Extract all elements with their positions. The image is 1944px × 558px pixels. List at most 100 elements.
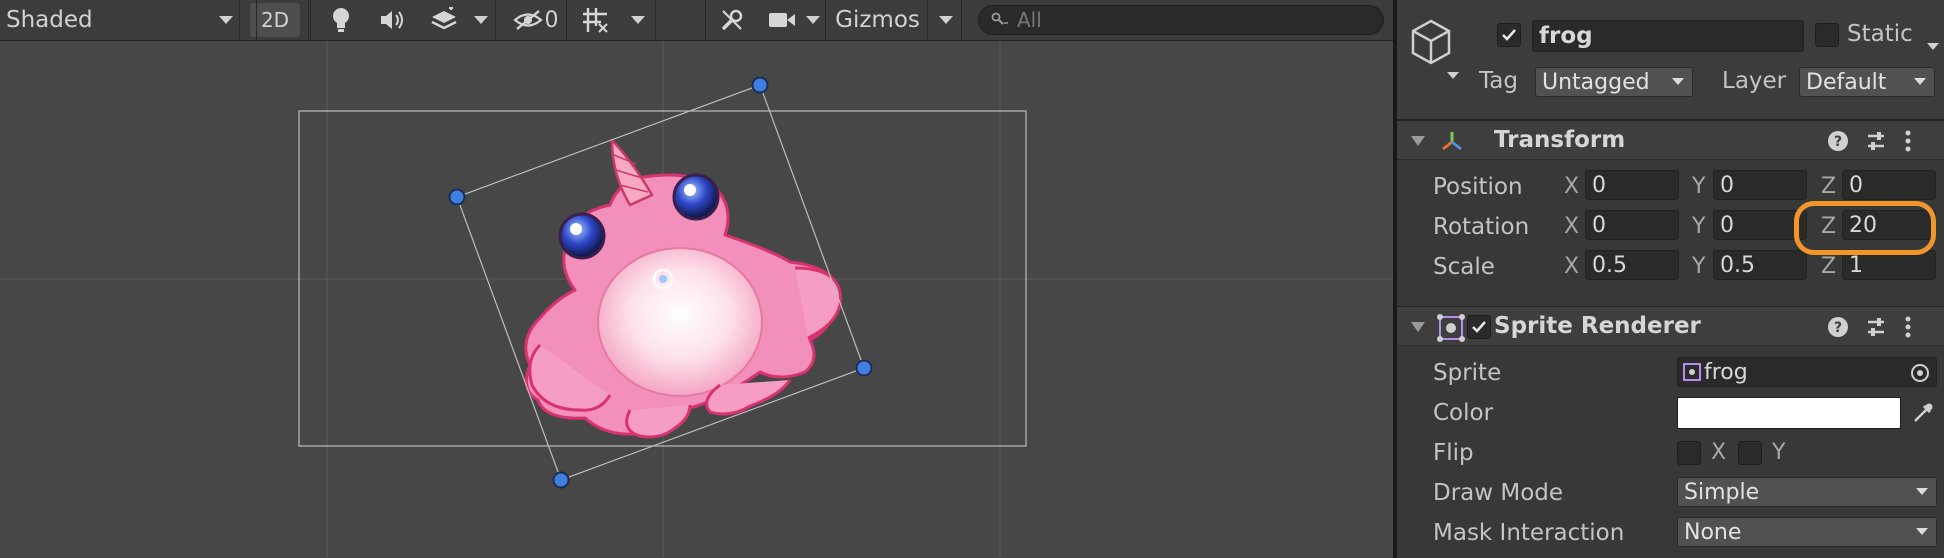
rect-handle-left[interactable]	[448, 188, 466, 206]
transform-icon	[1442, 132, 1462, 151]
grid-toggle[interactable]	[575, 0, 615, 40]
scene-view[interactable]: Shaded 2D 0 Gizmos All	[0, 0, 1393, 558]
axis-z-label[interactable]: Z	[1821, 174, 1836, 199]
rect-handle-top[interactable]	[751, 76, 769, 94]
position-y-field[interactable]: 0	[1713, 170, 1807, 200]
rotation-label: Rotation	[1433, 214, 1530, 240]
axis-y-label[interactable]: Y	[1692, 174, 1705, 199]
help-icon[interactable]: ?	[1827, 130, 1849, 152]
rotation-y-field[interactable]: 0	[1713, 210, 1807, 240]
scene-search[interactable]	[978, 5, 1384, 35]
presets-icon[interactable]	[1865, 316, 1887, 338]
scene-toolbar: Shaded 2D 0 Gizmos All	[0, 0, 1393, 41]
inspector-panel: frog Static Tag Untagged Layer Default T…	[1397, 0, 1944, 558]
rect-handle-bottom[interactable]	[552, 471, 570, 489]
draw-mode-value: Simple	[1684, 479, 1760, 505]
chevron-down-icon	[630, 15, 645, 25]
flip-x-checkbox[interactable]	[1677, 441, 1701, 465]
gizmos-button[interactable]: Gizmos	[828, 0, 928, 40]
sprite-object-field[interactable]: frog	[1677, 357, 1937, 387]
transform-title: Transform	[1494, 127, 1626, 153]
eyedropper-icon[interactable]	[1911, 401, 1935, 425]
scene-visibility-toggle[interactable]: 0	[505, 0, 567, 40]
object-name-field[interactable]: frog	[1532, 20, 1804, 52]
toolbar-divider	[305, 0, 309, 40]
flip-y-checkbox[interactable]	[1738, 441, 1762, 465]
scale-y-field[interactable]: 0.5	[1713, 250, 1807, 280]
camera-button[interactable]	[762, 0, 802, 40]
sprite-value: frog	[1704, 359, 1748, 385]
color-label: Color	[1433, 400, 1494, 426]
layer-value: Default	[1806, 69, 1887, 95]
frog-sprite[interactable]	[524, 138, 842, 439]
lightbulb-icon	[330, 7, 352, 33]
rect-handle-right[interactable]	[855, 359, 873, 377]
sprite-renderer-header[interactable]: Sprite Renderer ?	[1397, 306, 1944, 346]
grid-dropdown[interactable]	[620, 0, 656, 40]
position-x-field[interactable]: 0	[1585, 170, 1679, 200]
lighting-toggle[interactable]	[320, 0, 362, 40]
search-input[interactable]	[1017, 8, 1357, 32]
chevron-down-icon	[473, 15, 488, 25]
rotation-x-field[interactable]: 0	[1585, 210, 1679, 240]
tag-label: Tag	[1479, 68, 1518, 94]
camera-dropdown[interactable]	[800, 0, 826, 40]
chevron-down-icon[interactable]	[1447, 60, 1459, 86]
position-z-field[interactable]: 0	[1842, 170, 1936, 200]
axis-y-label[interactable]: Y	[1692, 214, 1705, 239]
active-checkbox[interactable]	[1497, 23, 1521, 47]
flip-y-label: Y	[1772, 440, 1786, 465]
tools-button[interactable]	[712, 0, 752, 40]
scale-x-field[interactable]: 0.5	[1585, 250, 1679, 280]
static-label: Static	[1847, 21, 1913, 47]
axis-y-label[interactable]: Y	[1692, 254, 1705, 279]
mask-interaction-dropdown[interactable]: None	[1677, 517, 1937, 547]
axis-x-label[interactable]: X	[1564, 254, 1579, 279]
foldout-arrow-icon[interactable]	[1411, 136, 1425, 147]
chevron-down-icon	[1914, 78, 1926, 85]
static-dropdown[interactable]	[1927, 31, 1939, 57]
sprite-renderer-icon	[1437, 314, 1465, 342]
tag-dropdown[interactable]: Untagged	[1535, 67, 1693, 97]
help-icon[interactable]: ?	[1827, 316, 1849, 338]
sprite-renderer-enabled-checkbox[interactable]	[1467, 315, 1491, 339]
svg-text:?: ?	[1834, 320, 1842, 336]
rotation-z-field[interactable]: 20	[1842, 210, 1936, 240]
tag-value: Untagged	[1542, 69, 1650, 95]
scene-canvas[interactable]	[0, 41, 1393, 558]
axis-z-label[interactable]: Z	[1821, 254, 1836, 279]
chevron-down-icon	[219, 15, 233, 25]
scale-label: Scale	[1433, 254, 1495, 280]
axis-x-label[interactable]: X	[1564, 174, 1579, 199]
axis-x-label[interactable]: X	[1564, 214, 1579, 239]
chevron-down-icon	[1916, 528, 1928, 535]
foldout-arrow-icon[interactable]	[1411, 322, 1425, 333]
toggle-2d-button[interactable]: 2D	[250, 3, 300, 37]
chevron-down-icon	[1916, 488, 1928, 495]
static-checkbox[interactable]	[1815, 23, 1839, 47]
object-header: frog Static Tag Untagged Layer Default	[1397, 0, 1944, 120]
color-swatch[interactable]	[1677, 397, 1901, 429]
kebab-menu-icon[interactable]	[1904, 316, 1912, 338]
transform-header[interactable]: Transform ?	[1397, 120, 1944, 160]
eye-hidden-icon	[512, 9, 543, 31]
axis-z-label[interactable]: Z	[1821, 214, 1836, 239]
svg-text:?: ?	[1834, 134, 1842, 150]
effects-dropdown[interactable]	[466, 0, 496, 40]
presets-icon[interactable]	[1865, 130, 1887, 152]
draw-mode-dropdown[interactable]: Simple	[1677, 477, 1937, 507]
effects-toggle[interactable]	[424, 0, 464, 40]
chevron-down-icon	[805, 15, 820, 25]
layer-dropdown[interactable]: Default	[1799, 67, 1935, 97]
draw-mode-label: Draw Mode	[1433, 480, 1564, 506]
scale-z-field[interactable]: 1	[1842, 250, 1936, 280]
shading-mode-dropdown[interactable]: Shaded	[0, 0, 240, 40]
position-label: Position	[1433, 174, 1523, 200]
gizmos-dropdown[interactable]	[930, 0, 962, 40]
search-icon	[991, 11, 1009, 30]
object-picker-icon[interactable]	[1910, 363, 1930, 383]
mask-interaction-value: None	[1684, 519, 1742, 545]
layers-icon	[430, 7, 458, 33]
audio-toggle[interactable]	[372, 0, 414, 40]
kebab-menu-icon[interactable]	[1904, 130, 1912, 152]
